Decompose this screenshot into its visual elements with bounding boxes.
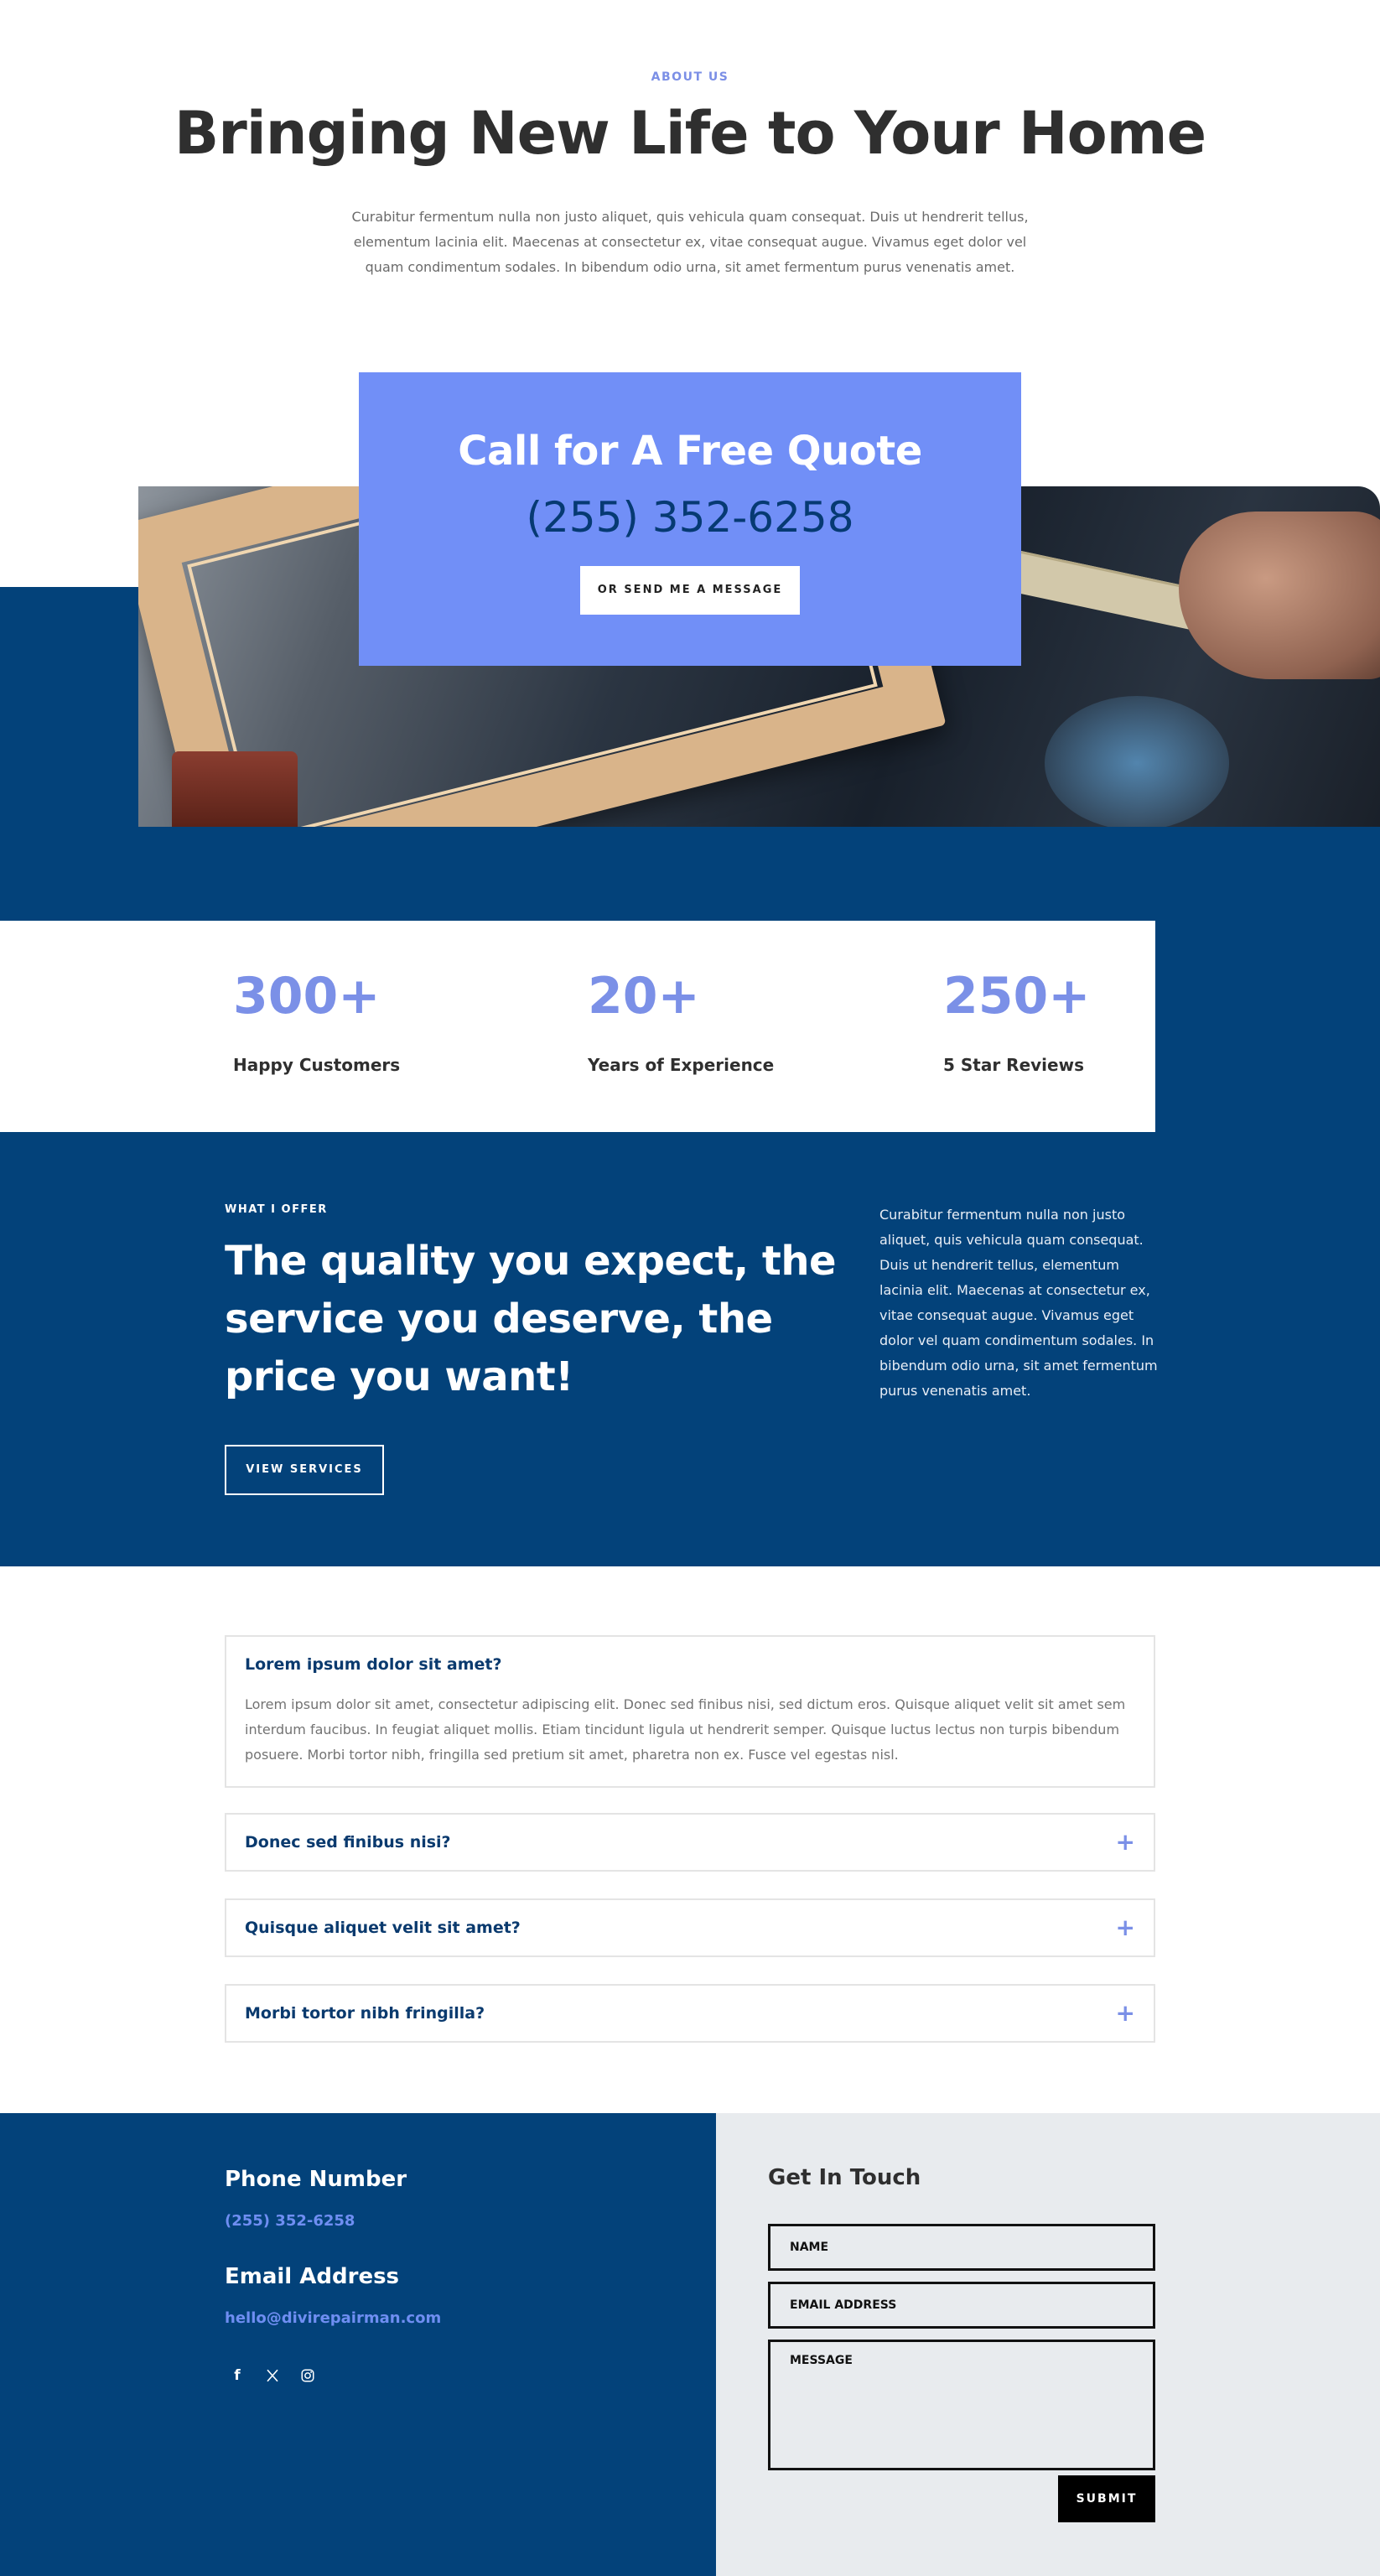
offer-text: Curabitur fermentum nulla non justo aliq… xyxy=(879,1207,1158,1399)
stat-label: Happy Customers xyxy=(233,1055,401,1075)
stat-number: 250+ xyxy=(943,967,1091,1026)
instagram-icon[interactable] xyxy=(295,2363,320,2388)
about-title: Bringing New Life to Your Home xyxy=(174,99,1206,168)
faq-item-open[interactable]: Lorem ipsum dolor sit amet? Lorem ipsum … xyxy=(225,1635,1155,1788)
faq-question[interactable]: Lorem ipsum dolor sit amet? xyxy=(245,1655,1135,1674)
facebook-icon[interactable]: f xyxy=(225,2363,250,2388)
stat-label: 5 Star Reviews xyxy=(943,1055,1084,1075)
faq-question[interactable]: Morbi tortor nibh fringilla? xyxy=(245,2004,485,2023)
message-field[interactable]: MESSAGE xyxy=(768,2340,1155,2470)
offer-title: The quality you expect, the service you … xyxy=(225,1238,837,1400)
plus-icon[interactable]: + xyxy=(1116,2002,1135,2025)
submit-button[interactable]: SUBMIT xyxy=(1058,2475,1155,2522)
quote-box: Call for A Free Quote (255) 352-6258 OR … xyxy=(359,372,1021,666)
stat-number: 20+ xyxy=(588,967,700,1026)
faq-question[interactable]: Donec sed finibus nisi? xyxy=(245,1833,451,1852)
about-text: Curabitur fermentum nulla non justo aliq… xyxy=(351,209,1029,275)
faq-item[interactable]: Quisque aliquet velit sit amet? + xyxy=(225,1898,1155,1957)
name-field[interactable]: NAME xyxy=(768,2224,1155,2271)
stat-happy-customers: 300+ Happy Customers xyxy=(233,966,485,1075)
phone-heading: Phone Number xyxy=(225,2167,407,2192)
x-icon[interactable] xyxy=(260,2363,285,2388)
stat-years-experience: 20+ Years of Experience xyxy=(588,966,839,1075)
plus-icon[interactable]: + xyxy=(1116,1916,1135,1940)
quote-phone[interactable]: (255) 352-6258 xyxy=(359,493,1021,542)
stat-number: 300+ xyxy=(233,967,381,1026)
clamp-shape xyxy=(172,751,298,827)
faq-answer: Lorem ipsum dolor sit amet, consectetur … xyxy=(245,1696,1126,1763)
email-link[interactable]: hello@divirepairman.com xyxy=(225,2309,441,2327)
offer-kicker: WHAT I OFFER xyxy=(225,1203,328,1216)
photo-blur-light xyxy=(1045,696,1229,827)
get-in-touch-title: Get In Touch xyxy=(768,2165,921,2190)
phone-link[interactable]: (255) 352-6258 xyxy=(225,2212,355,2230)
stats-panel: 300+ Happy Customers 20+ Years of Experi… xyxy=(0,921,1155,1132)
faq-question[interactable]: Quisque aliquet velit sit amet? xyxy=(245,1919,521,1937)
email-field[interactable]: EMAIL ADDRESS xyxy=(768,2282,1155,2329)
plus-icon[interactable]: + xyxy=(1116,1831,1135,1854)
view-services-button[interactable]: VIEW SERVICES xyxy=(225,1445,384,1495)
send-message-button[interactable]: OR SEND ME A MESSAGE xyxy=(580,566,800,615)
stat-label: Years of Experience xyxy=(588,1055,775,1075)
email-heading: Email Address xyxy=(225,2264,400,2289)
hand-shape xyxy=(1179,512,1380,679)
faq-item[interactable]: Morbi tortor nibh fringilla? + xyxy=(225,1984,1155,2043)
stat-star-reviews: 250+ 5 Star Reviews xyxy=(943,966,1195,1075)
faq-item[interactable]: Donec sed finibus nisi? + xyxy=(225,1813,1155,1872)
about-kicker: ABOUT US xyxy=(651,70,729,84)
quote-title: Call for A Free Quote xyxy=(458,428,922,475)
